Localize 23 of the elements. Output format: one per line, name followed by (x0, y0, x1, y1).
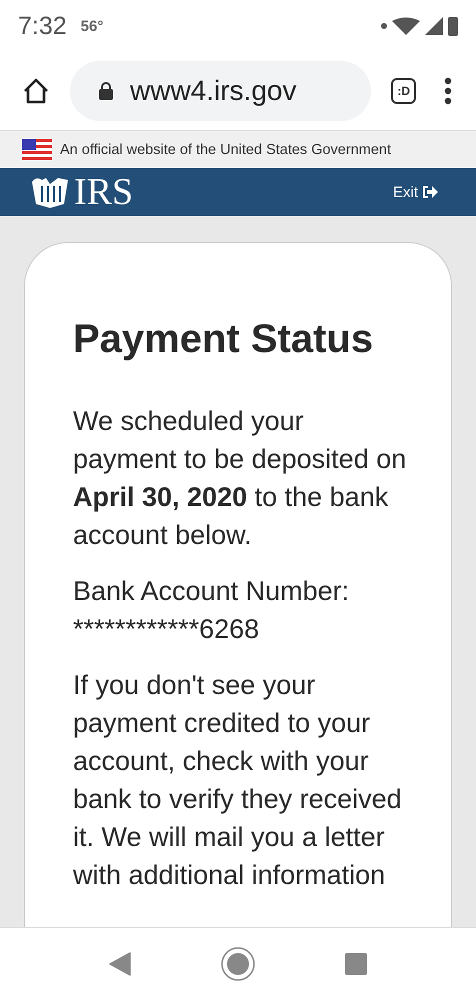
temperature: 56° (80, 18, 104, 34)
notification-dot-icon (381, 23, 387, 29)
flag-icon (22, 139, 52, 160)
home-icon[interactable] (22, 77, 50, 105)
tab-switcher[interactable]: :D (391, 78, 416, 104)
bank-account-number: Bank Account Number: ************6268 (73, 575, 350, 646)
page-title: Payment Status (73, 317, 374, 362)
wifi-icon (392, 17, 420, 35)
back-icon[interactable] (109, 952, 131, 976)
address-bar[interactable]: www4.irs.gov (70, 61, 372, 121)
official-website-notice: An official website of the United States Government (60, 142, 391, 158)
signal-icon (425, 17, 443, 35)
menu-icon[interactable] (444, 77, 452, 105)
paragraph: If you don't see your payment credited to your account, check with your bank to verify they received it. We will mail you a letter with additional information (73, 669, 403, 892)
recents-icon[interactable] (345, 952, 367, 974)
battery-icon (448, 16, 458, 36)
irs-logo[interactable]: IRS (74, 170, 134, 214)
exit-icon (422, 185, 438, 199)
exit-link[interactable]: Exit (392, 184, 438, 200)
home-button-icon[interactable] (221, 946, 255, 980)
paragraph: We scheduled your payment to be deposited on April 30, 2020 to the bank account below. (73, 405, 407, 552)
status-time: 7:32 (18, 12, 67, 40)
lock-icon (98, 81, 114, 101)
